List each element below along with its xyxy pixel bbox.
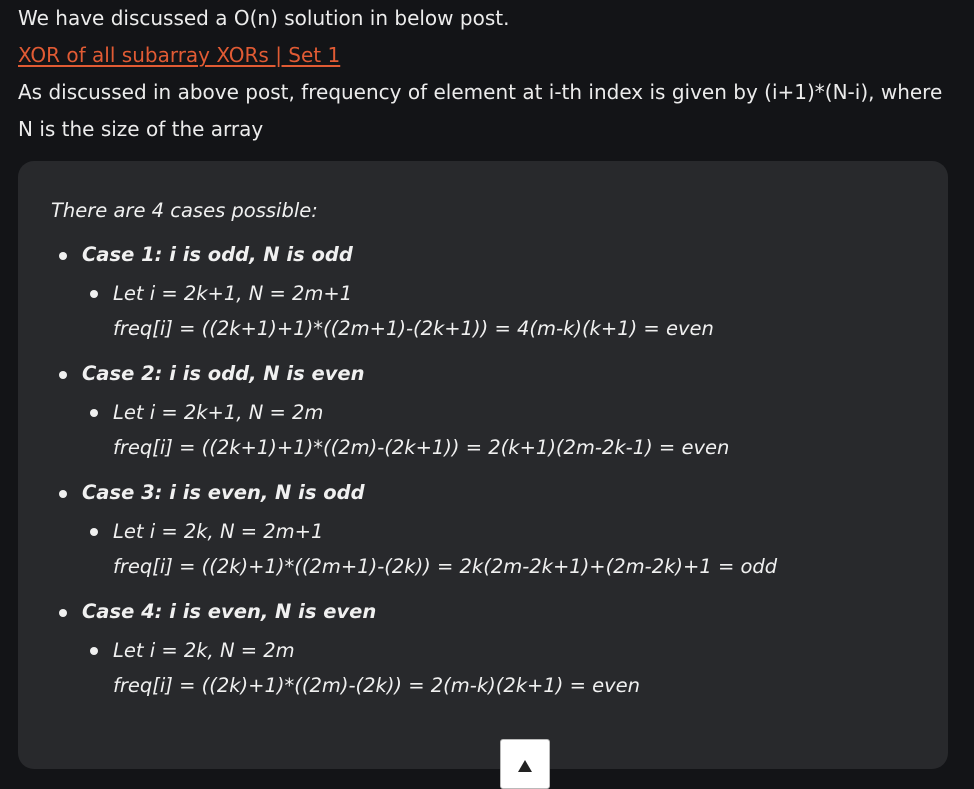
scroll-to-top-button[interactable]	[500, 739, 550, 789]
case-item: Case 4: i is even, N is even Let i = 2k,…	[51, 595, 777, 703]
intro-line-1: We have discussed a O(n) solution in bel…	[18, 6, 510, 30]
case-detail-list: Let i = 2k, N = 2m+1 freq[i] = ((2k)+1)*…	[82, 514, 777, 584]
case-detail-list: Let i = 2k+1, N = 2m freq[i] = ((2k+1)+1…	[82, 395, 777, 465]
case-detail-list: Let i = 2k+1, N = 2m+1 freq[i] = ((2k+1)…	[82, 276, 777, 346]
case-item: Case 3: i is even, N is odd Let i = 2k, …	[51, 476, 777, 584]
cases-card: There are 4 cases possible: Case 1: i is…	[18, 161, 948, 769]
case-freq: freq[i] = ((2k+1)+1)*((2m+1)-(2k+1)) = 4…	[113, 317, 714, 340]
cases-card-content: There are 4 cases possible: Case 1: i is…	[51, 195, 777, 714]
case-detail: Let i = 2k, N = 2m+1 freq[i] = ((2k)+1)*…	[82, 514, 777, 584]
case-item: Case 2: i is odd, N is even Let i = 2k+1…	[51, 357, 777, 465]
xor-subarray-set1-link[interactable]: XOR of all subarray XORs | Set 1	[18, 43, 340, 67]
case-title: Case 1: i is odd, N is odd	[82, 243, 353, 266]
case-let: Let i = 2k+1, N = 2m	[113, 401, 324, 424]
arrow-up-icon	[518, 760, 532, 772]
case-freq: freq[i] = ((2k)+1)*((2m)-(2k)) = 2(m-k)(…	[113, 674, 641, 697]
case-let: Let i = 2k+1, N = 2m+1	[113, 282, 353, 305]
case-let: Let i = 2k, N = 2m	[113, 639, 295, 662]
cases-list: Case 1: i is odd, N is odd Let i = 2k+1,…	[51, 238, 777, 703]
case-detail: Let i = 2k+1, N = 2m+1 freq[i] = ((2k+1)…	[82, 276, 777, 346]
intro-line-2: As discussed in above post, frequency of…	[18, 80, 943, 141]
cases-lead: There are 4 cases possible:	[51, 199, 318, 222]
case-freq: freq[i] = ((2k)+1)*((2m+1)-(2k)) = 2k(2m…	[113, 555, 778, 578]
case-title: Case 4: i is even, N is even	[82, 600, 377, 623]
case-detail: Let i = 2k+1, N = 2m freq[i] = ((2k+1)+1…	[82, 395, 777, 465]
case-item: Case 1: i is odd, N is odd Let i = 2k+1,…	[51, 238, 777, 346]
case-let: Let i = 2k, N = 2m+1	[113, 520, 324, 543]
intro-link-paragraph: XOR of all subarray XORs | Set 1	[18, 37, 958, 74]
article-intro: We have discussed a O(n) solution in bel…	[18, 0, 958, 148]
case-title: Case 3: i is even, N is odd	[82, 481, 365, 504]
case-detail: Let i = 2k, N = 2m freq[i] = ((2k)+1)*((…	[82, 633, 777, 703]
case-title: Case 2: i is odd, N is even	[82, 362, 365, 385]
case-detail-list: Let i = 2k, N = 2m freq[i] = ((2k)+1)*((…	[82, 633, 777, 703]
case-freq: freq[i] = ((2k+1)+1)*((2m)-(2k+1)) = 2(k…	[113, 436, 730, 459]
